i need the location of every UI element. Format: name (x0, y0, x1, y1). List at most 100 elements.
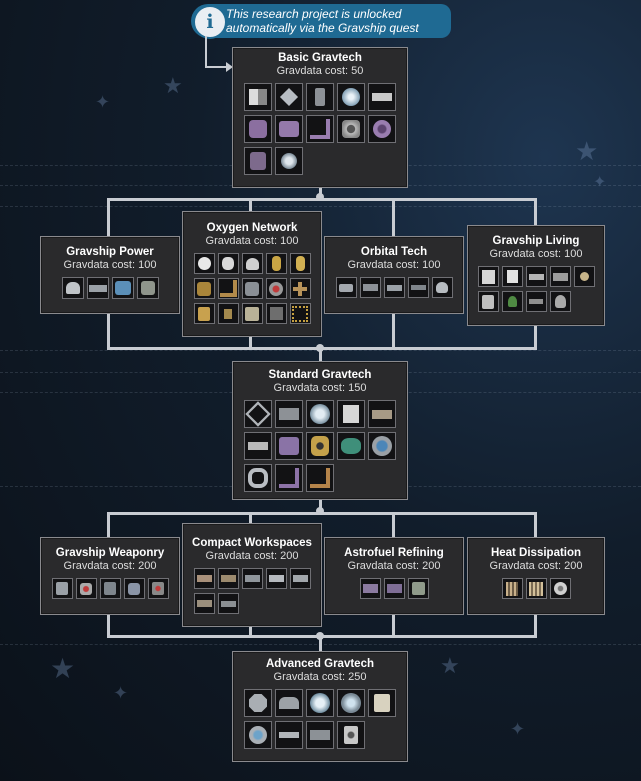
unlock-item-icon[interactable] (477, 291, 499, 312)
unlock-item-icon[interactable] (275, 464, 303, 492)
unlock-item-icon[interactable] (86, 277, 109, 299)
unlock-item-icon[interactable] (265, 303, 287, 324)
research-node-gravship-power[interactable]: Gravship Power Gravdata cost: 100 (40, 236, 180, 314)
unlock-item-icon[interactable] (368, 83, 396, 111)
research-title: Orbital Tech (360, 246, 428, 258)
research-node-orbital-tech[interactable]: Orbital Tech Gravdata cost: 100 (324, 236, 464, 314)
unlock-item-icon[interactable] (337, 689, 365, 717)
research-node-gravship-living[interactable]: Gravship Living Gravdata cost: 100 (467, 225, 605, 326)
unlock-item-icon[interactable] (549, 578, 571, 599)
unlock-item-icon[interactable] (136, 277, 159, 299)
unlock-item-icon[interactable] (306, 400, 334, 428)
unlock-item-icon[interactable] (501, 578, 523, 599)
unlock-item-icon[interactable] (193, 253, 215, 274)
unlock-item-icon[interactable] (275, 721, 303, 749)
unlock-item-icon[interactable] (501, 266, 523, 287)
unlock-item-icon[interactable] (241, 303, 263, 324)
unlock-item-icon[interactable] (306, 689, 334, 717)
unlock-item-icon[interactable] (549, 266, 571, 287)
research-node-oxygen-network[interactable]: Oxygen Network Gravdata cost: 100 (182, 211, 322, 337)
research-node-astrofuel-refining[interactable]: Astrofuel Refining Gravdata cost: 200 (324, 537, 464, 615)
unlock-item-icon[interactable] (275, 147, 303, 175)
unlock-item-icon[interactable] (244, 147, 272, 175)
unlock-item-icon[interactable] (123, 578, 145, 599)
unlock-item-icon[interactable] (265, 568, 287, 589)
research-node-gravship-weaponry[interactable]: Gravship Weaponry Gravdata cost: 200 (40, 537, 180, 615)
unlock-item-icon[interactable] (549, 291, 571, 312)
unlock-item-icon[interactable] (306, 432, 334, 460)
unlock-item-icon[interactable] (337, 115, 365, 143)
research-cost: Gravdata cost: 200 (63, 560, 157, 572)
unlock-item-icon[interactable] (275, 83, 303, 111)
unlock-item-icon[interactable] (75, 578, 97, 599)
research-node-basic-gravtech[interactable]: Basic Gravtech Gravdata cost: 50 (232, 47, 408, 188)
unlock-item-icon[interactable] (337, 721, 365, 749)
unlock-item-icon[interactable] (217, 253, 239, 274)
unlock-item-icon[interactable] (525, 266, 547, 287)
research-node-compact-workspaces[interactable]: Compact Workspaces Gravdata cost: 200 (182, 523, 322, 627)
unlock-item-icon[interactable] (337, 83, 365, 111)
unlock-item-icon[interactable] (289, 568, 311, 589)
unlock-item-icon[interactable] (306, 115, 334, 143)
unlock-item-icon[interactable] (383, 578, 405, 599)
unlock-item-icon[interactable] (147, 578, 169, 599)
unlock-item-icon[interactable] (111, 277, 134, 299)
unlock-item-icon[interactable] (217, 593, 239, 614)
unlock-item-icon[interactable] (368, 400, 396, 428)
unlock-item-icon[interactable] (407, 578, 429, 599)
unlock-item-icon[interactable] (244, 115, 272, 143)
unlock-item-icon[interactable] (525, 578, 547, 599)
unlock-item-icon[interactable] (383, 277, 405, 298)
unlock-item-icon[interactable] (359, 277, 381, 298)
unlock-item-icon[interactable] (265, 253, 287, 274)
unlock-item-icon[interactable] (289, 278, 311, 299)
unlock-item-icon[interactable] (51, 578, 73, 599)
unlock-item-icon[interactable] (244, 83, 272, 111)
research-node-standard-gravtech[interactable]: Standard Gravtech Gravdata cost: 150 (232, 361, 408, 500)
unlock-item-icon[interactable] (306, 464, 334, 492)
unlock-item-icon[interactable] (368, 432, 396, 460)
unlock-item-icon[interactable] (289, 253, 311, 274)
unlock-item-icon[interactable] (241, 278, 263, 299)
unlock-item-icon[interactable] (99, 578, 121, 599)
unlock-item-icon[interactable] (241, 253, 263, 274)
unlock-item-icon[interactable] (477, 266, 499, 287)
unlock-item-icon[interactable] (306, 83, 334, 111)
unlock-item-icon[interactable] (265, 278, 287, 299)
unlock-item-icon[interactable] (501, 291, 523, 312)
unlock-item-icon[interactable] (337, 432, 365, 460)
unlock-item-icon[interactable] (289, 303, 311, 324)
unlock-item-icon[interactable] (193, 303, 215, 324)
unlock-item-icon[interactable] (335, 277, 357, 298)
unlock-item-icon[interactable] (61, 277, 84, 299)
unlock-item-icon[interactable] (275, 400, 303, 428)
research-node-advanced-gravtech[interactable]: Advanced Gravtech Gravdata cost: 250 (232, 651, 408, 762)
unlock-item-icon[interactable] (275, 689, 303, 717)
unlock-item-icon[interactable] (306, 721, 334, 749)
research-title: Gravship Weaponry (55, 547, 165, 559)
unlock-item-icon[interactable] (217, 303, 239, 324)
unlock-item-icon[interactable] (244, 464, 272, 492)
unlock-item-icon[interactable] (431, 277, 453, 298)
unlock-item-icon[interactable] (368, 689, 396, 717)
unlock-item-icon[interactable] (244, 689, 272, 717)
unlock-item-icon[interactable] (244, 432, 272, 460)
unlock-item-icon[interactable] (407, 277, 429, 298)
unlock-item-icon[interactable] (193, 568, 215, 589)
unlock-item-icon[interactable] (241, 568, 263, 589)
research-node-heat-dissipation[interactable]: Heat Dissipation Gravdata cost: 200 (467, 537, 605, 615)
unlock-item-icon[interactable] (275, 115, 303, 143)
unlock-item-icon[interactable] (368, 115, 396, 143)
unlock-item-icon[interactable] (217, 568, 239, 589)
unlock-item-icon[interactable] (573, 266, 595, 287)
unlock-item-icon[interactable] (244, 721, 272, 749)
unlock-item-icon[interactable] (244, 400, 272, 428)
unlock-item-icon[interactable] (525, 291, 547, 312)
unlock-item-icon[interactable] (193, 593, 215, 614)
background-grid-line (0, 206, 641, 207)
unlock-item-icon[interactable] (337, 400, 365, 428)
unlock-item-icon[interactable] (217, 278, 239, 299)
unlock-item-icon[interactable] (193, 278, 215, 299)
unlock-item-icon[interactable] (359, 578, 381, 599)
unlock-item-icon[interactable] (275, 432, 303, 460)
